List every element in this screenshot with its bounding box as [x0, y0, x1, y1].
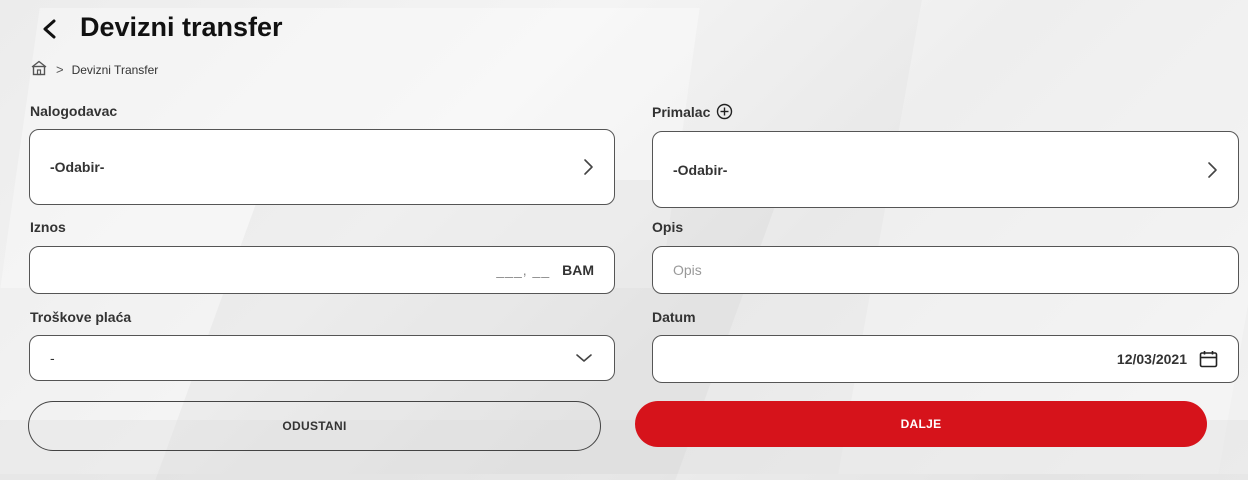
opis-label: Opis — [652, 219, 683, 235]
nalogodavac-select[interactable]: -Odabir- — [29, 129, 615, 205]
datum-input[interactable]: 12/03/2021 — [652, 335, 1239, 383]
nalogodavac-label-text: Nalogodavac — [30, 103, 118, 119]
opis-label-text: Opis — [652, 219, 684, 235]
primalac-label: Primalac — [652, 103, 733, 120]
cancel-button-label: ODUSTANI — [282, 419, 347, 433]
breadcrumb-separator-icon: > — [56, 62, 64, 77]
chevron-down-icon — [576, 354, 592, 362]
troskove-label-text: Troškove plaća — [30, 309, 132, 325]
opis-input[interactable]: Opis — [652, 246, 1239, 294]
troskove-select[interactable]: - — [29, 335, 615, 381]
iznos-input[interactable]: ___, __ BAM — [29, 246, 615, 294]
home-icon — [31, 60, 47, 76]
iznos-label: Iznos — [30, 219, 66, 235]
page-title: Devizni transfer — [80, 12, 283, 42]
breadcrumb-current: Devizni Transfer — [71, 62, 159, 77]
nalogodavac-value: -Odabir- — [50, 159, 105, 175]
back-button[interactable] — [34, 14, 64, 44]
iznos-label-text: Iznos — [30, 219, 66, 235]
chevron-right-icon — [1208, 161, 1217, 178]
breadcrumb: > Devizni Transfer — [30, 60, 158, 79]
troskove-value: - — [50, 350, 55, 366]
nalogodavac-label: Nalogodavac — [30, 103, 117, 119]
cancel-button[interactable]: ODUSTANI — [28, 401, 601, 451]
plus-circle-icon[interactable] — [716, 103, 733, 120]
breadcrumb-home[interactable] — [30, 60, 48, 79]
primalac-value: -Odabir- — [673, 161, 728, 178]
calendar-icon[interactable] — [1199, 350, 1218, 368]
next-button-label: DALJE — [900, 417, 942, 431]
primalac-label-text: Primalac — [652, 103, 711, 120]
datum-value: 12/03/2021 — [1116, 351, 1187, 367]
datum-label: Datum — [652, 309, 696, 325]
troskove-label: Troškove plaća — [30, 309, 131, 325]
opis-placeholder: Opis — [673, 262, 702, 278]
chevron-right-icon — [584, 159, 593, 175]
iznos-mask: ___, __ — [496, 262, 551, 278]
next-button[interactable]: DALJE — [635, 401, 1207, 447]
iznos-currency: BAM — [562, 262, 594, 278]
back-arrow-icon — [43, 19, 56, 39]
datum-label-text: Datum — [652, 309, 696, 325]
primalac-select[interactable]: -Odabir- — [652, 131, 1239, 208]
